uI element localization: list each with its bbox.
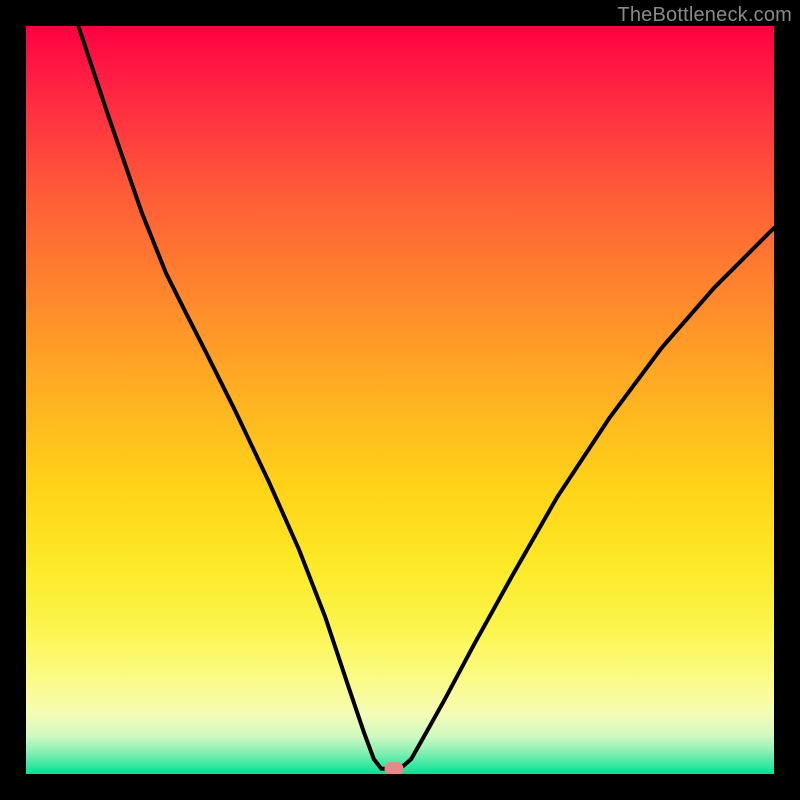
bottleneck-curve — [26, 26, 774, 774]
plot-area — [26, 26, 774, 774]
optimal-point-marker — [385, 762, 404, 774]
chart-frame: TheBottleneck.com — [0, 0, 800, 800]
watermark-text: TheBottleneck.com — [617, 4, 792, 27]
curve-path — [78, 26, 774, 769]
